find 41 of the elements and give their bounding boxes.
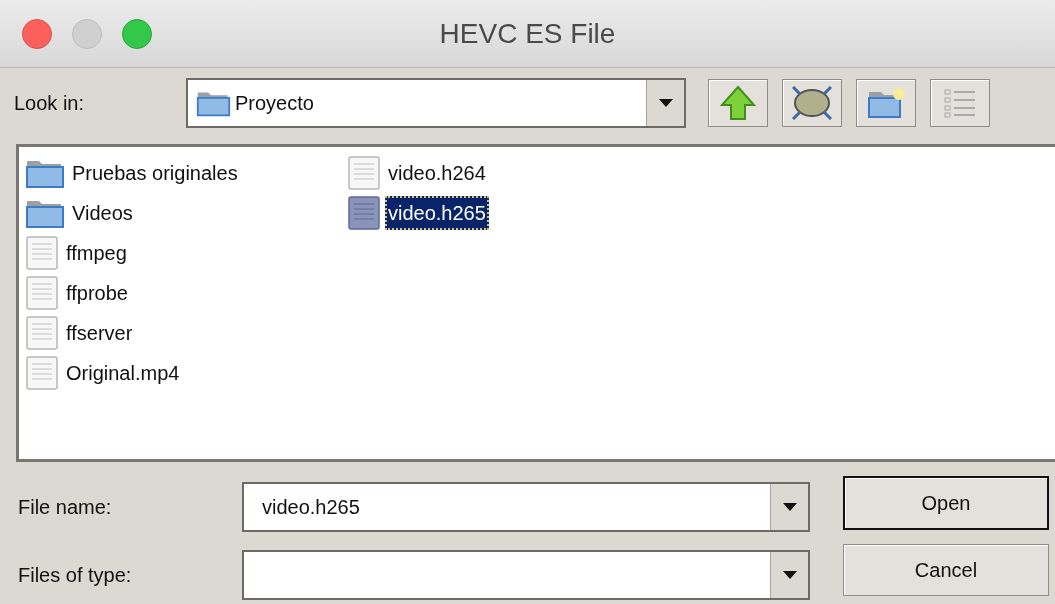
file-item[interactable]: ffserver — [63, 316, 136, 350]
new-folder-button[interactable] — [856, 79, 916, 127]
list-icon — [942, 87, 978, 119]
file-type-dropdown[interactable] — [242, 550, 810, 600]
list-view-button[interactable] — [930, 79, 990, 127]
look-in-dropdown[interactable]: Proyecto — [186, 78, 686, 128]
dialog-button[interactable]: Cancel — [843, 544, 1049, 596]
up-arrow-icon — [720, 85, 756, 121]
look-in-value: Proyecto — [235, 91, 315, 116]
caret-icon — [658, 99, 673, 107]
up-folder-button[interactable] — [708, 79, 768, 127]
caret-icon — [782, 571, 797, 579]
dropdown-button[interactable] — [770, 552, 808, 598]
file-type-label: Files of type: — [18, 563, 133, 588]
file-item[interactable]: Pruebas originales — [69, 156, 241, 190]
close-button[interactable] — [22, 18, 52, 49]
document-icon — [25, 316, 59, 350]
zoom-button[interactable] — [122, 18, 152, 49]
dropdown-button[interactable] — [770, 484, 808, 530]
file-name-value: video.h265 — [262, 495, 361, 520]
document-icon — [347, 156, 381, 190]
document-icon — [25, 356, 59, 390]
file-item[interactable]: Videos — [69, 196, 136, 230]
dialog-button[interactable]: Open — [843, 476, 1049, 530]
file-item[interactable]: ffmpeg — [63, 236, 130, 270]
file-name-field[interactable]: video.h265 — [242, 482, 810, 532]
oval-icon — [792, 86, 832, 120]
look-in-label: Look in: — [14, 91, 86, 116]
document-icon — [25, 236, 59, 270]
file-item[interactable]: Original.mp4 — [63, 356, 183, 390]
file-item[interactable]: ffprobe — [63, 276, 131, 310]
new-folder-icon — [866, 86, 906, 120]
file-item[interactable]: video.h265 — [385, 196, 489, 230]
file-name-label: File name: — [18, 495, 113, 520]
document-icon — [25, 276, 59, 310]
file-item[interactable]: video.h264 — [385, 156, 489, 190]
dropdown-button[interactable] — [646, 80, 684, 126]
desktop-button[interactable] — [782, 79, 842, 127]
document-icon — [347, 196, 381, 230]
window-title: HEVC ES File — [439, 16, 616, 51]
caret-icon — [782, 503, 797, 511]
